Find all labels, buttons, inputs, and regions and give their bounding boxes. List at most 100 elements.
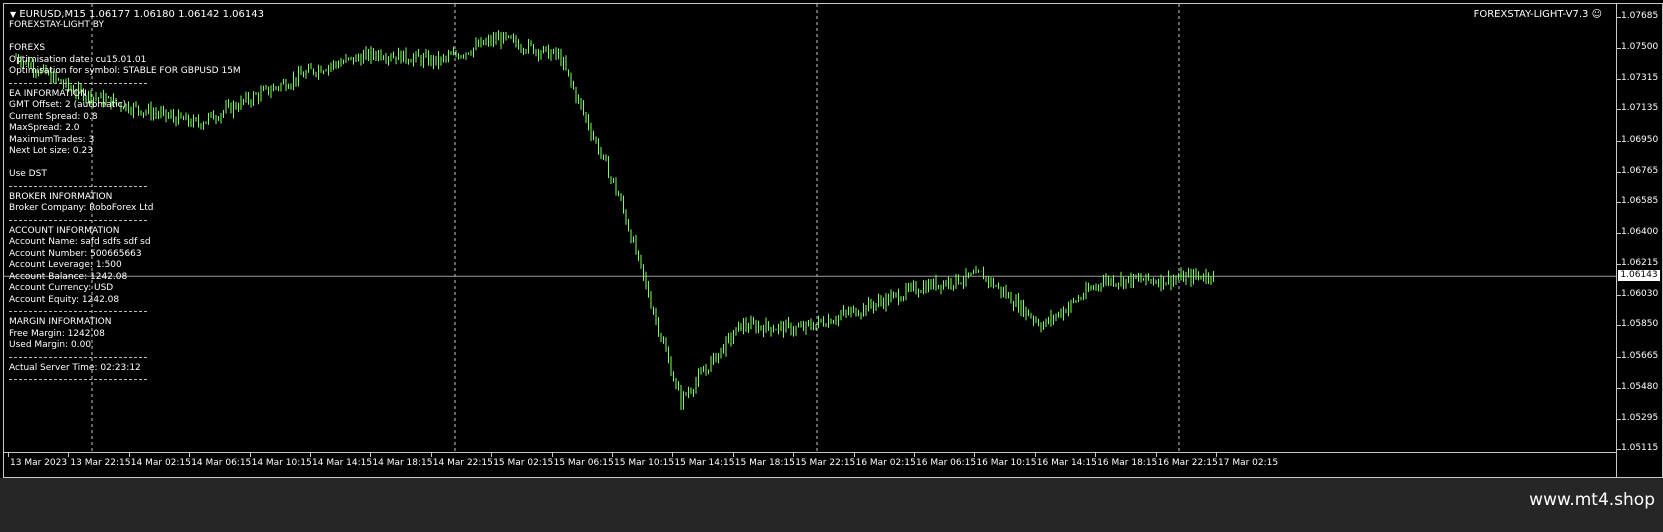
time-tick (914, 453, 915, 457)
info-line: Account Number: 500665663 (9, 248, 142, 259)
time-label: 16 Mar 10:15 (976, 458, 1037, 468)
price-label: 1.07135 (1621, 103, 1659, 114)
time-label: 16 Mar 06:15 (916, 458, 977, 468)
time-label: 13 Mar 22:15 (70, 458, 131, 468)
info-separator (9, 219, 147, 221)
time-label: 14 Mar 02:15 (130, 458, 191, 468)
time-label: 15 Mar 06:15 (553, 458, 614, 468)
time-axis[interactable]: 13 Mar 2023 13 Mar 22:15 14 Mar 02:15 14 Ma… (4, 452, 1616, 477)
info-line (9, 158, 241, 170)
time-label: 13 Mar 2023 (10, 458, 68, 468)
price-label: 1.06030 (1621, 289, 1659, 300)
time-label: 16 Mar 22:15 (1157, 458, 1218, 468)
info-line: MARGIN INFORMATION (9, 317, 112, 327)
collapse-triangle-icon[interactable]: ▼ (10, 10, 16, 19)
time-tick (8, 453, 9, 457)
time-label: 14 Mar 10:15 (251, 458, 312, 468)
time-tick (491, 453, 493, 457)
price-label: 1.05850 (1621, 319, 1659, 330)
time-label: 15 Mar 14:15 (674, 458, 735, 468)
price-label: 1.05480 (1621, 381, 1659, 392)
info-line: FOREXSTAY-LIGHT BY (9, 20, 104, 30)
time-tick (1095, 453, 1097, 457)
time-tick (974, 453, 976, 457)
info-line: Next Lot size: 0.23 (9, 146, 93, 156)
info-line: Account Leverage: 1:500 (9, 260, 122, 270)
price-label: 1.06215 (1621, 258, 1659, 269)
info-separator (9, 379, 147, 380)
footer-bar: www.mt4.shop (0, 478, 1663, 532)
info-line: Account Currency: USD (9, 283, 114, 293)
time-label: 15 Mar 18:15 (734, 458, 795, 468)
time-tick (672, 453, 674, 457)
price-plot-area[interactable] (4, 4, 1616, 477)
info-line (9, 32, 241, 44)
info-line: MaximumTrades: 3 (9, 134, 95, 145)
time-tick (189, 453, 191, 457)
price-label: 1.06585 (1621, 195, 1659, 206)
info-line: Actual Server Time: 02:23:12 (9, 362, 141, 373)
price-label: 1.06950 (1621, 134, 1659, 145)
info-separator (9, 185, 147, 187)
time-label: 14 Mar 22:15 (432, 458, 493, 468)
price-label: 1.05665 (1621, 350, 1659, 361)
time-tick (1155, 453, 1157, 457)
info-line: Broker Company: RoboForex Ltd (9, 203, 154, 213)
chart-window[interactable]: ▼ EURUSD,M15 1.06177 1.06180 1.06142 1.0… (3, 3, 1663, 478)
candlestick-chart[interactable] (4, 4, 1616, 452)
price-axis[interactable]: 1.07685 1.07500 1.07315 1.07135 1.06950 1.067… (1616, 4, 1662, 477)
time-label: 15 Mar 02:15 (493, 458, 554, 468)
time-tick (68, 453, 70, 457)
price-label: 1.07500 (1621, 42, 1659, 53)
site-watermark: www.mt4.shop (1529, 490, 1655, 510)
symbol-quote: EURUSD,M15 1.06177 1.06180 1.06142 1.061… (19, 9, 264, 20)
time-tick (310, 453, 311, 457)
ea-name-text: FOREXSTAY-LIGHT-V7.3 (1473, 9, 1589, 20)
time-label: 14 Mar 14:15 (312, 458, 373, 468)
current-bid-tag: 1.06143 (1618, 270, 1660, 282)
info-line: Free Margin: 1242.08 (9, 328, 105, 339)
info-separator (9, 311, 147, 312)
time-tick (793, 453, 795, 457)
time-tick (1216, 453, 1217, 457)
price-label: 1.07685 (1621, 11, 1659, 21)
time-tick (128, 453, 130, 457)
info-line: Account Equity: 1242.08 (9, 294, 120, 305)
time-tick (551, 453, 553, 457)
time-tick (1034, 453, 1036, 457)
price-label: 1.05295 (1621, 412, 1659, 423)
time-label: 15 Mar 10:15 (614, 458, 675, 468)
info-line: FOREXS (9, 43, 46, 53)
info-line: Account Name: safd sdfs sdf sd (9, 237, 151, 247)
time-tick (249, 453, 251, 457)
ea-info-panel: FOREXSTAY-LIGHT BY FOREXS Optimisation dat… (9, 20, 241, 385)
time-label: 17 Mar 02:15 (1218, 458, 1279, 468)
info-line: ACCOUNT INFORMATION (9, 225, 120, 236)
time-label: 16 Mar 14:15 (1036, 458, 1097, 468)
info-line: GMT Offset: 2 (automatic) (9, 100, 127, 110)
time-tick (370, 453, 372, 457)
time-label: 14 Mar 06:15 (191, 458, 252, 468)
price-label: 1.06400 (1621, 227, 1659, 237)
info-line: Optimisation for symbol: STABLE FOR GBPU… (9, 66, 241, 76)
smiley-icon: ☺ (1591, 9, 1602, 20)
info-line: Used Margin: 0.00 (9, 340, 92, 350)
info-line: MaxSpread: 2.0 (9, 123, 80, 133)
symbol-header: ▼ EURUSD,M15 1.06177 1.06180 1.06142 1.0… (10, 9, 264, 20)
info-line: Use DST (9, 169, 47, 179)
time-tick (612, 453, 613, 457)
info-line: Optimisation date: cu15.01.01 (9, 54, 147, 65)
info-line: BROKER INFORMATION (9, 191, 113, 202)
time-tick (853, 453, 855, 457)
price-label: 1.07315 (1621, 73, 1659, 84)
time-tick (430, 453, 432, 457)
expert-advisor-label: FOREXSTAY-LIGHT-V7.3 ☺ (1474, 9, 1602, 20)
time-tick (732, 453, 734, 457)
time-label: 16 Mar 02:15 (855, 458, 916, 468)
time-label: 15 Mar 22:15 (795, 458, 856, 468)
info-line: Account Balance: 1242.08 (9, 271, 128, 282)
price-label: 1.05115 (1621, 443, 1659, 453)
info-separator (9, 356, 147, 358)
info-line: Current Spread: 0.8 (9, 111, 98, 122)
info-separator (9, 82, 147, 84)
